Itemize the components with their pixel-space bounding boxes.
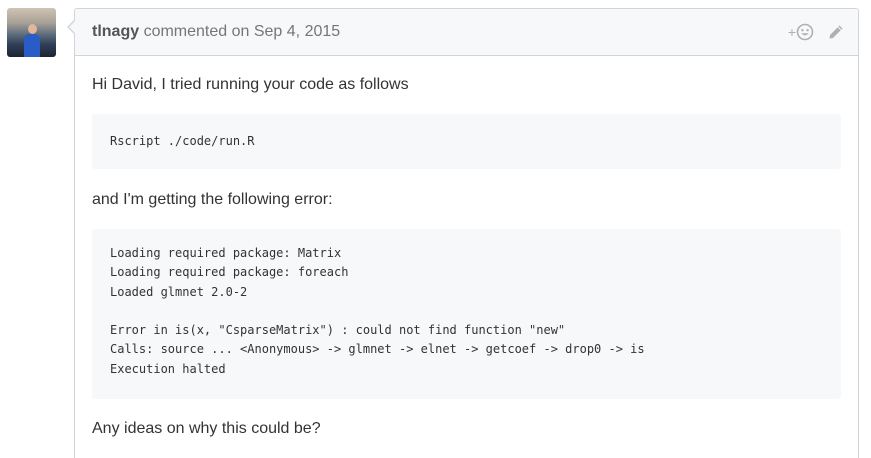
comment-paragraph-3: Any ideas on why this could be? (92, 420, 321, 437)
author-link[interactable]: tlnagy (92, 23, 139, 40)
comment-page: tlnagy commented on Sep 4, 2015 + Hi Dav… (0, 0, 871, 458)
edit-comment-button[interactable] (828, 24, 844, 40)
comment-paragraph-2: and I'm getting the following error: (92, 191, 333, 208)
code-line: Loading required package: foreach (110, 265, 349, 280)
avatar[interactable] (7, 8, 56, 57)
code-line: Loading required package: Matrix (110, 246, 342, 260)
header-actions: + (788, 23, 844, 41)
comment-paragraph-1: Hi David, I tried running your code as f… (92, 76, 409, 93)
comment-meta: tlnagy commented on Sep 4, 2015 (92, 23, 340, 41)
pencil-icon (828, 24, 844, 40)
code-line: Loaded glmnet 2.0-2 (110, 284, 248, 299)
comment-timestamp[interactable]: commented on Sep 4, 2015 (144, 23, 341, 40)
code-line: Calls: source ... <Anonymous> -> glmnet … (110, 342, 645, 357)
code-block-error: Loading required package: Matrix Loading … (92, 229, 841, 399)
code-line: Rscript ./code/run.R (110, 134, 255, 148)
smiley-icon (796, 23, 814, 41)
code-line: Execution halted (110, 361, 226, 376)
comment-body: Hi David, I tried running your code as f… (75, 56, 858, 440)
comment-header: tlnagy commented on Sep 4, 2015 + (75, 9, 858, 56)
avatar-photo (24, 24, 40, 57)
reaction-plus: + (787, 24, 796, 40)
code-block-command: Rscript ./code/run.R (92, 114, 841, 169)
code-line: Error in is(x, "CsparseMatrix") : could … (110, 323, 566, 338)
add-reaction-button[interactable]: + (788, 23, 814, 41)
comment-box: tlnagy commented on Sep 4, 2015 + Hi Dav… (67, 8, 859, 458)
